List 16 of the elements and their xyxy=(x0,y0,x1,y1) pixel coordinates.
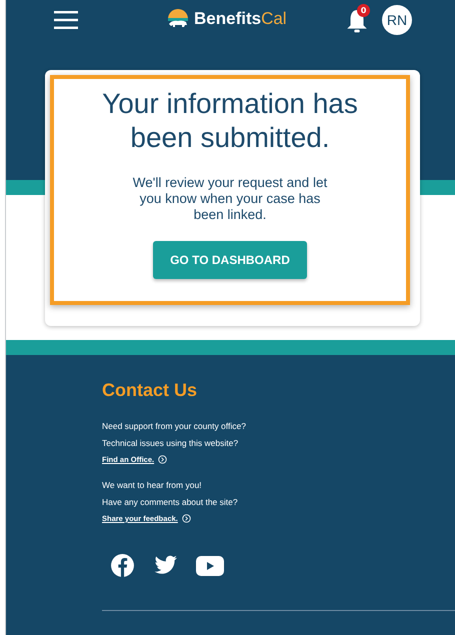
video-play-icon[interactable] xyxy=(196,556,224,576)
user-avatar[interactable]: RN xyxy=(382,5,412,35)
arrow-circle-icon xyxy=(158,455,168,464)
menu-icon[interactable] xyxy=(54,11,78,29)
contact-heading: Contact Us xyxy=(102,380,198,401)
contact-text: We want to hear from you! xyxy=(102,480,203,491)
contact-text: Need support from your county office? xyxy=(102,421,247,432)
brand-name: BenefitsCal xyxy=(194,9,287,29)
contact-text: Have any comments about the site? xyxy=(102,497,239,508)
bear-logo-icon xyxy=(166,8,190,30)
contact-text: Technical issues using this website? xyxy=(102,438,240,449)
confirmation-title: Your information has been submitted. xyxy=(101,87,359,155)
facebook-icon[interactable] xyxy=(110,553,135,578)
confirmation-message: We'll review your request and let you know when your case has been linked. xyxy=(132,175,328,223)
notification-badge: 0 xyxy=(357,4,370,17)
arrow-circle-icon xyxy=(182,514,191,523)
